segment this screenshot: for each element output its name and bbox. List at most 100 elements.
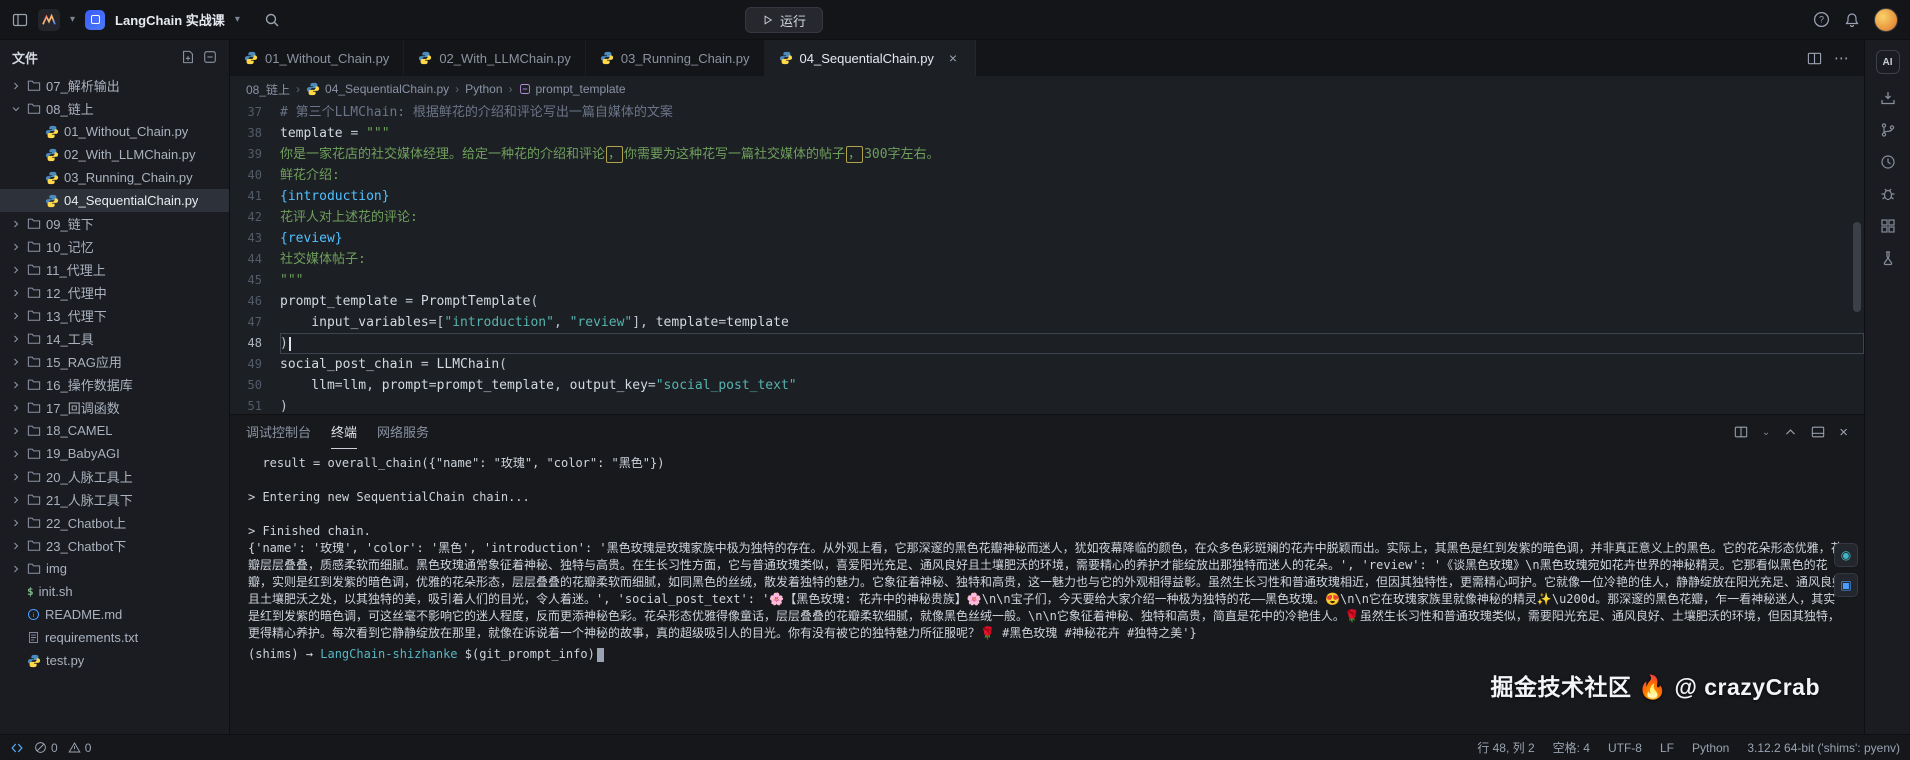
tree-item[interactable]: 14_工具 [0,327,229,350]
chevron-icon [10,448,22,460]
user-avatar[interactable] [1874,8,1898,32]
split-terminal-icon[interactable] [1734,425,1748,439]
panel-float-button-2[interactable]: ▣ [1834,573,1858,597]
ai-assistant-icon[interactable]: AI [1876,50,1900,74]
code-line[interactable]: 42花评人对上述花的评论: [230,207,1864,228]
new-file-icon[interactable] [181,50,195,64]
collapse-folders-icon[interactable] [203,50,217,64]
tree-item[interactable]: 07_解析输出 [0,74,229,97]
code-line[interactable]: 51) [230,396,1864,414]
tree-item[interactable]: 13_代理下 [0,304,229,327]
run-button[interactable]: 运行 [745,7,823,33]
remote-icon[interactable] [10,741,24,755]
warnings-status[interactable]: 0 [68,741,92,755]
tree-item[interactable]: img [0,557,229,580]
editor-tab-bar: 01_Without_Chain.py02_With_LLMChain.py03… [230,40,1864,76]
sidebar-toggle-icon[interactable] [12,12,28,28]
close-panel-icon[interactable]: × [1839,424,1848,441]
status-item[interactable]: 行 48, 列 2 [1477,739,1534,756]
tree-item[interactable]: 09_链下 [0,212,229,235]
text-cursor [289,337,291,351]
breadcrumb-item[interactable]: 04_SequentialChain.py [306,82,449,96]
more-actions-icon[interactable]: ⋯ [1834,49,1850,67]
editor-tab[interactable]: 03_Running_Chain.py [586,40,765,76]
tree-item[interactable]: iREADME.md [0,603,229,626]
downloads-tray-icon[interactable] [1880,90,1896,106]
tree-item[interactable]: 20_人脉工具上 [0,465,229,488]
split-editor-icon[interactable] [1807,51,1822,66]
status-item[interactable]: Python [1692,741,1729,755]
breadcrumb-item[interactable]: 08_链上 [246,81,290,98]
tree-item[interactable]: 22_Chatbot上 [0,511,229,534]
code-line[interactable]: 44社交媒体帖子: [230,249,1864,270]
status-item[interactable]: 空格: 4 [1553,739,1590,756]
tree-item[interactable]: 21_人脉工具下 [0,488,229,511]
history-icon[interactable] [1880,154,1896,170]
line-number: 42 [230,207,280,228]
tree-item[interactable]: 10_记忆 [0,235,229,258]
tree-item[interactable]: 18_CAMEL [0,419,229,442]
tree-item[interactable]: 01_Without_Chain.py [0,120,229,143]
tree-item-label: 16_操作数据库 [46,375,133,394]
tree-item[interactable]: 11_代理上 [0,258,229,281]
panel-layout-icon[interactable] [1811,425,1825,439]
code-line[interactable]: 45""" [230,270,1864,291]
maximize-panel-icon[interactable] [1784,426,1797,439]
chevron-icon [10,241,22,253]
project-name[interactable]: LangChain 实战课 [115,10,225,29]
close-tab-icon[interactable]: × [945,50,961,66]
tree-item[interactable]: 04_SequentialChain.py [0,189,229,212]
terminal-dropdown-chevron-icon[interactable]: ⌄ [1762,427,1770,438]
tree-item[interactable]: 19_BabyAGI [0,442,229,465]
notifications-bell-icon[interactable] [1844,12,1860,28]
tree-item[interactable]: requirements.txt [0,626,229,649]
project-chevron-icon[interactable]: ▾ [235,14,240,25]
code-editor[interactable]: 37# 第三个LLMChain: 根据鲜花的介绍和评论写出一篇自媒体的文案38t… [230,102,1864,414]
status-item[interactable]: LF [1660,741,1674,755]
errors-status[interactable]: 0 [34,741,58,755]
tree-item[interactable]: test.py [0,649,229,672]
tree-item[interactable]: 12_代理中 [0,281,229,304]
code-line[interactable]: 50 llm=llm, prompt=prompt_template, outp… [230,375,1864,396]
code-line[interactable]: 49social_post_chain = LLMChain( [230,354,1864,375]
code-line[interactable]: 37# 第三个LLMChain: 根据鲜花的介绍和评论写出一篇自媒体的文案 [230,102,1864,123]
git-branch-icon[interactable] [1880,122,1896,138]
editor-scrollbar[interactable] [1853,222,1861,312]
breadcrumb-item[interactable]: prompt_template [519,82,626,96]
code-line[interactable]: 41{introduction} [230,186,1864,207]
breadcrumb-separator: › [455,82,459,96]
tree-item[interactable]: 15_RAG应用 [0,350,229,373]
status-item[interactable]: 3.12.2 64-bit ('shims': pyenv) [1747,741,1900,755]
code-line[interactable]: 39你是一家花店的社交媒体经理。给定一种花的介绍和评论，你需要为这种花写一篇社交… [230,144,1864,165]
beaker-icon[interactable] [1880,250,1896,266]
code-line[interactable]: 43{review} [230,228,1864,249]
editor-tab[interactable]: 01_Without_Chain.py [230,40,404,76]
workspace-chevron-icon[interactable]: ▾ [70,14,75,25]
breadcrumb-item[interactable]: Python [465,82,502,96]
tree-item[interactable]: 03_Running_Chain.py [0,166,229,189]
panel-tab[interactable]: 终端 [331,415,357,449]
folder-icon [27,516,41,529]
app-logo-icon[interactable] [38,9,60,31]
panel-tab[interactable]: 调试控制台 [246,415,311,449]
tree-item[interactable]: 17_回调函数 [0,396,229,419]
editor-tab[interactable]: 02_With_LLMChain.py [404,40,586,76]
search-icon[interactable] [264,12,280,28]
bug-icon[interactable] [1880,186,1896,202]
tree-item[interactable]: 23_Chatbot下 [0,534,229,557]
panel-float-button-1[interactable]: ◉ [1834,543,1858,567]
help-icon[interactable]: ? [1813,11,1830,28]
code-line[interactable]: 48) [230,333,1864,354]
panel-tab[interactable]: 网络服务 [377,415,429,449]
tree-item[interactable]: $init.sh [0,580,229,603]
status-item[interactable]: UTF-8 [1608,741,1642,755]
editor-tab[interactable]: 04_SequentialChain.py× [765,40,976,76]
code-line[interactable]: 38template = """ [230,123,1864,144]
extensions-grid-icon[interactable] [1880,218,1896,234]
code-line[interactable]: 40鲜花介绍: [230,165,1864,186]
code-line[interactable]: 46prompt_template = PromptTemplate( [230,291,1864,312]
tree-item[interactable]: 08_链上 [0,97,229,120]
code-line[interactable]: 47 input_variables=["introduction", "rev… [230,312,1864,333]
tree-item[interactable]: 16_操作数据库 [0,373,229,396]
tree-item[interactable]: 02_With_LLMChain.py [0,143,229,166]
